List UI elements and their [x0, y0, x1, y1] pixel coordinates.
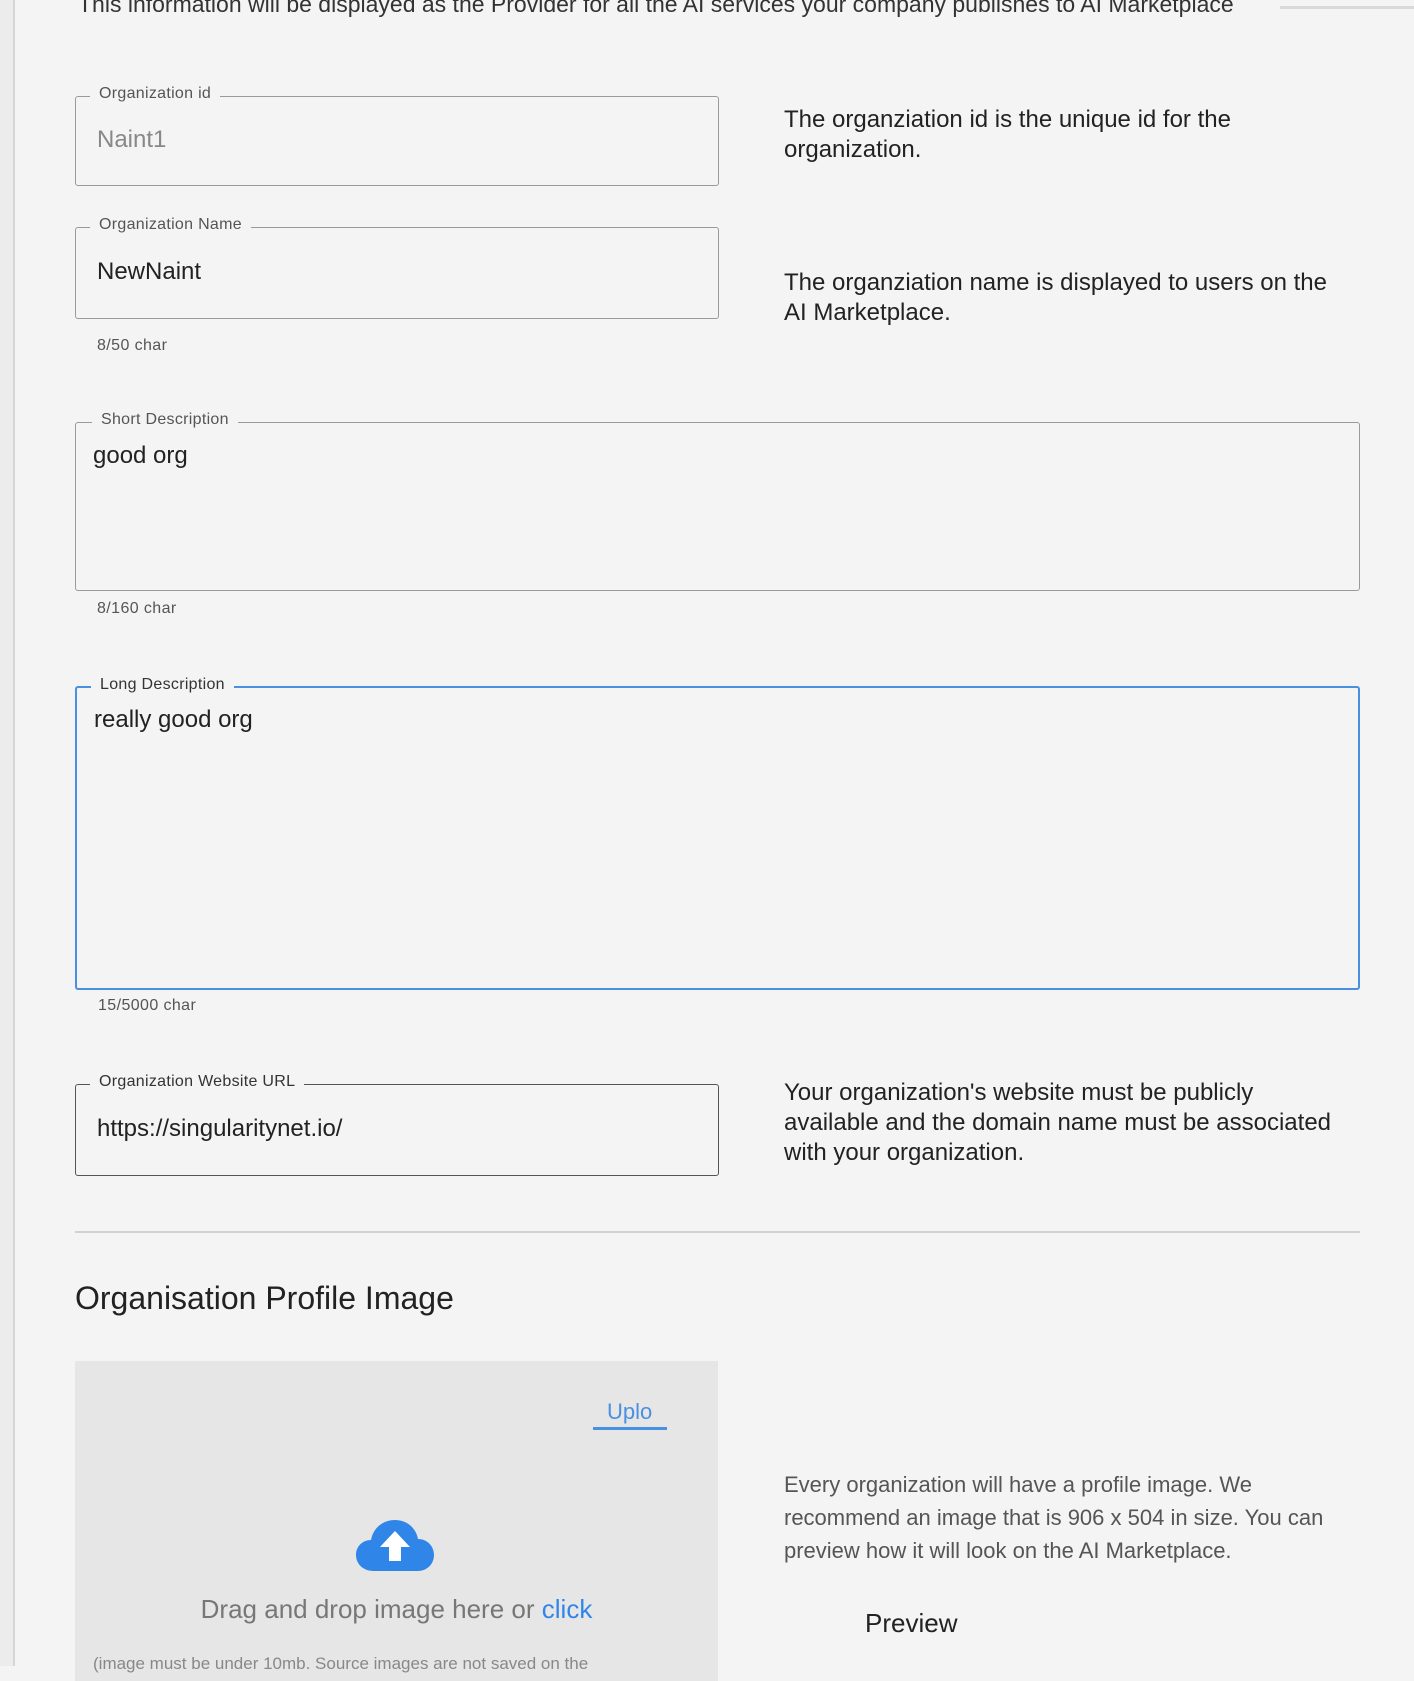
cloud-upload-icon[interactable]: [354, 1517, 436, 1573]
drop-note: (image must be under 10mb. Source images…: [93, 1654, 589, 1673]
top-divider: [1280, 6, 1414, 9]
org-name-help: The organziation name is displayed to us…: [784, 269, 1327, 326]
long-description-field[interactable]: Long Description really good org: [75, 676, 1360, 990]
image-dropzone[interactable]: Uplo Drag and drop image here or click (…: [75, 1361, 718, 1681]
long-description-value: really good org: [94, 706, 253, 733]
org-id-field[interactable]: Organization id Naint1: [75, 85, 719, 186]
website-url-value: https://singularitynet.io/: [97, 1115, 343, 1142]
org-name-value: NewNaint: [97, 258, 202, 285]
drop-text: Drag and drop image here or: [200, 1594, 535, 1624]
org-id-value: Naint1: [97, 126, 167, 153]
org-id-label: Organization id: [90, 85, 221, 103]
click-upload-link[interactable]: click: [542, 1594, 593, 1624]
profile-image-help: Every organization will have a profile i…: [784, 1472, 1324, 1563]
org-id-help: The organziation id is the unique id for…: [784, 106, 1231, 163]
section-divider: [75, 1231, 1360, 1233]
short-description-counter: 8/160 char: [97, 600, 177, 617]
left-rail: [0, 0, 15, 1666]
org-name-field[interactable]: Organization Name NewNaint: [75, 216, 719, 319]
profile-image-section-title: Organisation Profile Image: [75, 1280, 454, 1316]
preview-label: Preview: [865, 1608, 958, 1638]
upload-tab[interactable]: Uplo: [593, 1399, 668, 1430]
short-description-field[interactable]: Short Description good org: [75, 411, 1360, 591]
short-description-label: Short Description: [92, 411, 238, 429]
website-url-label: Organization Website URL: [90, 1073, 305, 1091]
website-url-help: Your organization's website must be publ…: [784, 1079, 1332, 1166]
org-name-label: Organization Name: [90, 216, 251, 234]
org-name-counter: 8/50 char: [97, 337, 168, 354]
long-description-label: Long Description: [91, 676, 234, 694]
intro-text: This information will be displayed as th…: [78, 0, 1234, 17]
short-description-value: good org: [93, 442, 188, 469]
drop-instructions: Drag and drop image here or click: [75, 1594, 718, 1625]
website-url-field[interactable]: Organization Website URL https://singula…: [75, 1073, 719, 1176]
long-description-counter: 15/5000 char: [98, 997, 197, 1014]
